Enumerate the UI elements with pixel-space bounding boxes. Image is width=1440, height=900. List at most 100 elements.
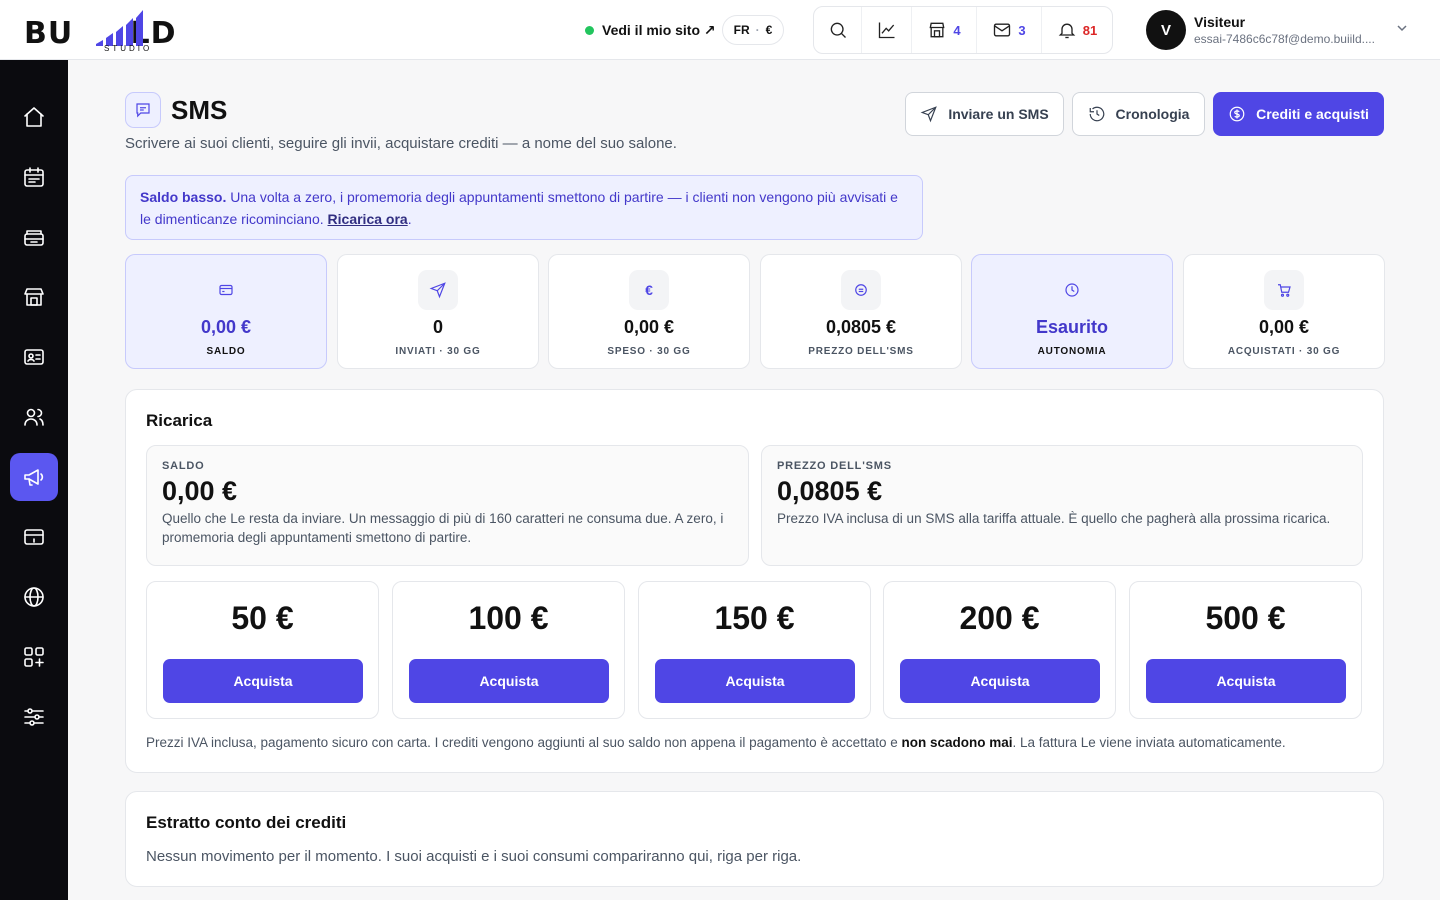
top-bar: BU LD STUDIO Vedi il mio sito ↗ FR · € 4 [0, 0, 1440, 60]
buy-button[interactable]: Acquista [163, 659, 363, 703]
sidebar-item-services[interactable] [10, 213, 58, 261]
pack-amount: 100 € [468, 600, 549, 636]
history-button[interactable]: Cronologia [1072, 92, 1205, 136]
send-sms-button[interactable]: Inviare un SMS [905, 92, 1064, 136]
notifications-button[interactable]: 81 [1042, 7, 1112, 53]
alert-end: . [407, 211, 412, 227]
sidebar [0, 60, 68, 900]
online-status-dot [585, 25, 594, 35]
sidebar-item-marketing[interactable] [10, 453, 58, 501]
chart-line-icon [878, 22, 894, 39]
mail-count: 3 [1018, 22, 1026, 38]
search-button[interactable] [814, 7, 862, 53]
alert-title: Saldo basso. [140, 189, 227, 205]
user-name: Visiteur [1194, 14, 1246, 30]
stat-label: INVIATI · 30 GG [395, 346, 481, 357]
bell-icon [1058, 23, 1076, 39]
stack-icon [24, 230, 44, 246]
send-sms-label: Inviare un SMS [948, 106, 1049, 122]
shop-button[interactable]: 4 [912, 7, 977, 53]
stat-balance: 0,00 € SALDO [125, 254, 327, 369]
recharge-card: Ricarica SALDO 0,00 € Quello che Le rest… [125, 389, 1384, 773]
sidebar-item-staff[interactable] [10, 333, 58, 381]
pack-50: 50 € Acquista [146, 581, 379, 719]
statement-title: Estratto conto dei crediti [146, 813, 347, 832]
calendar-icon [24, 167, 44, 187]
sidebar-item-payments[interactable] [10, 513, 58, 561]
pack-200: 200 € Acquista [883, 581, 1116, 719]
statement-empty-text: Nessun movimento per il momento. I suoi … [146, 848, 802, 865]
buy-button[interactable]: Acquista [900, 659, 1100, 703]
stat-sms-price: 0,0805 € PREZZO DELL'SMS [760, 254, 962, 369]
stat-label: PREZZO DELL'SMS [808, 346, 914, 357]
sidebar-item-website[interactable] [10, 573, 58, 621]
cart-icon [1264, 270, 1304, 310]
avatar: V [1146, 10, 1186, 50]
logo-sub: STUDIO [104, 44, 153, 53]
balance-label: SALDO [162, 460, 205, 472]
view-site-label: Vedi il mio sito ↗ [602, 21, 716, 38]
stat-sent: 0 INVIATI · 30 GG [337, 254, 539, 369]
stat-value: 0,0805 € [825, 317, 897, 337]
stat-label: ACQUISTATI · 30 GG [1227, 346, 1341, 357]
balance-box: SALDO 0,00 € Quello che Le resta da invi… [146, 445, 749, 566]
stat-purchased: 0,00 € ACQUISTATI · 30 GG [1183, 254, 1385, 369]
page-subtitle: Scrivere ai suoi clienti, seguire gli in… [125, 135, 677, 152]
credits-label: Crediti e acquisti [1256, 106, 1369, 122]
low-balance-alert: Saldo basso. Una volta a zero, i promemo… [125, 175, 923, 240]
pack-500: 500 € Acquista [1129, 581, 1362, 719]
stat-value: Esaurito [1035, 317, 1109, 337]
pack-amount: 150 € [714, 600, 795, 636]
mail-icon [994, 23, 1011, 37]
shop-count: 4 [953, 22, 961, 38]
store-icon [24, 288, 44, 306]
statement-card: Estratto conto dei crediti Nessun movime… [125, 791, 1384, 887]
pack-150: 150 € Acquista [638, 581, 871, 719]
credits-purchases-button[interactable]: Crediti e acquisti [1213, 92, 1384, 136]
sidebar-item-home[interactable] [10, 93, 58, 141]
note-text: Prezzi IVA inclusa, pagamento sicuro con… [146, 735, 902, 750]
messages-button[interactable]: 3 [977, 7, 1042, 53]
sms-price-label: PREZZO DELL'SMS [777, 460, 892, 472]
sidebar-item-salon[interactable] [10, 273, 58, 321]
stat-spent: € 0,00 € SPESO · 30 GG [548, 254, 750, 369]
logo-bars-icon [96, 10, 143, 46]
stat-value: 0,00 € [1258, 317, 1310, 337]
language-currency-selector[interactable]: FR · € [722, 15, 784, 45]
analytics-button[interactable] [862, 7, 912, 53]
balance-description: Quello che Le resta da inviare. Un messa… [162, 511, 724, 545]
sidebar-item-settings[interactable] [10, 693, 58, 741]
store-icon [929, 22, 945, 38]
sidebar-item-apps[interactable] [10, 633, 58, 681]
currency-label: € [765, 23, 773, 37]
send-icon [920, 106, 938, 123]
sidebar-item-calendar[interactable] [10, 153, 58, 201]
logo[interactable]: BU LD STUDIO [24, 8, 184, 53]
view-site-link[interactable]: Vedi il mio sito ↗ [585, 20, 716, 40]
buy-button[interactable]: Acquista [409, 659, 609, 703]
note-emphasis: non scadono mai [901, 735, 1013, 750]
buy-button[interactable]: Acquista [1146, 659, 1346, 703]
user-email: essai-7486c6c78f@demo.buiild.... [1194, 32, 1375, 46]
coin-icon [1229, 106, 1245, 122]
balance-value: 0,00 € [162, 476, 238, 506]
alert-text: Una volta a zero, i promemoria degli app… [140, 189, 898, 227]
stat-value: 0,00 € [623, 317, 675, 337]
page-title: SMS [171, 95, 228, 125]
user-menu[interactable]: V Visiteur essai-7486c6c78f@demo.buiild.… [1146, 10, 1416, 50]
stat-label: AUTONOMIA [1037, 346, 1107, 357]
stat-value: 0 [432, 317, 443, 337]
sms-price-box: PREZZO DELL'SMS 0,0805 € Prezzo IVA incl… [761, 445, 1363, 566]
buy-button[interactable]: Acquista [655, 659, 855, 703]
sidebar-item-clients[interactable] [10, 393, 58, 441]
stat-label: SPESO · 30 GG [607, 346, 691, 357]
stat-label: SALDO [206, 346, 246, 357]
recharge-now-link[interactable]: Ricarica ora [328, 211, 408, 227]
note-text-end: . La fattura Le viene inviata automatica… [1012, 735, 1286, 750]
users-icon [24, 408, 44, 426]
history-icon [1089, 106, 1104, 122]
notifications-count: 81 [1082, 22, 1098, 38]
stat-value: 0,00 € [200, 317, 252, 337]
pack-100: 100 € Acquista [392, 581, 625, 719]
recharge-title: Ricarica [146, 411, 213, 430]
